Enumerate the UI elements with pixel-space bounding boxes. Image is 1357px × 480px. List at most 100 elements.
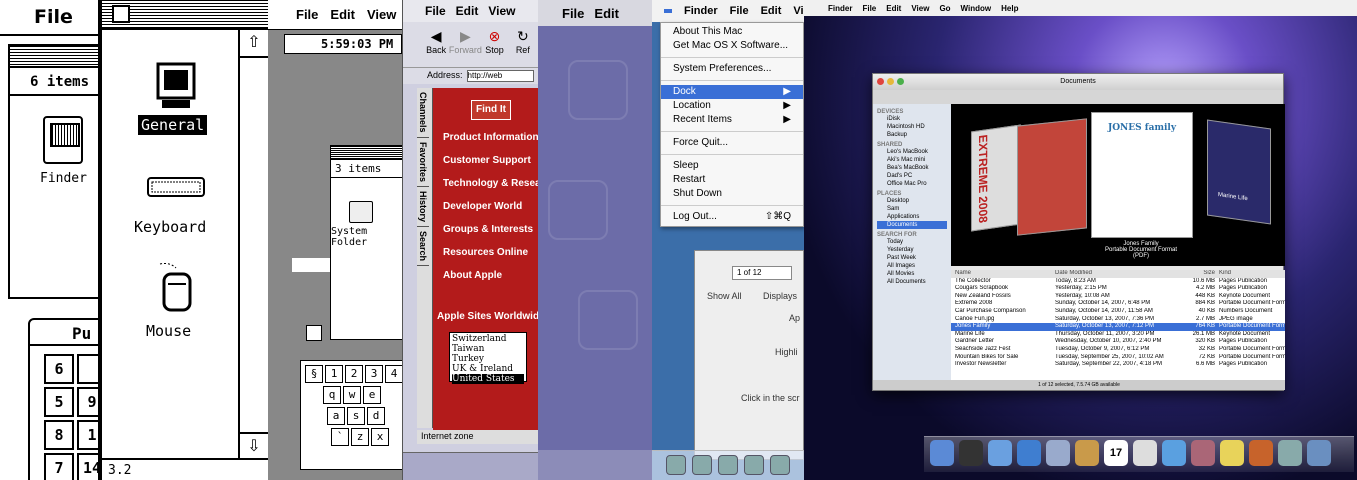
finder-dock-icon[interactable] — [930, 440, 954, 466]
garageband-dock-icon[interactable] — [1249, 440, 1273, 466]
menu-file[interactable]: File — [425, 4, 446, 18]
address-book-dock-icon[interactable] — [1075, 440, 1099, 466]
menu-view[interactable]: View — [488, 4, 515, 18]
key[interactable]: s — [347, 407, 365, 425]
mail-dock-icon[interactable] — [692, 455, 712, 475]
country-listbox[interactable]: Switzerland Taiwan Turkey UK & Ireland Unite… — [449, 332, 527, 384]
ichat-dock-icon[interactable] — [1046, 440, 1070, 466]
puzzle-tile[interactable]: 6 — [44, 354, 74, 384]
table-row[interactable]: New Zealand Fossils Yesterday, 10:08 AM 44… — [951, 293, 1285, 301]
nav-link[interactable]: Developer World — [433, 201, 538, 212]
window-zoom-box[interactable] — [306, 325, 322, 341]
country-option[interactable]: Switzerland — [452, 334, 524, 344]
keyboard-icon[interactable] — [146, 176, 206, 203]
key[interactable]: x — [371, 428, 389, 446]
table-row[interactable]: Marine Life Thursday, October 11, 2007, 3… — [951, 331, 1285, 339]
sherlock-dock-icon[interactable] — [744, 455, 764, 475]
back-button[interactable]: ◀ Back — [425, 28, 447, 67]
page-stepper[interactable]: 1 of 12 — [732, 266, 792, 280]
country-option[interactable]: Turkey — [452, 354, 524, 364]
imovie-dock-icon[interactable] — [1220, 440, 1244, 466]
menu-view[interactable]: View — [911, 4, 929, 13]
nav-link[interactable]: Customer Support — [433, 155, 538, 166]
apple-menu-item[interactable]: Restart — [661, 173, 803, 187]
key[interactable]: a — [327, 407, 345, 425]
apple-menu-item[interactable]: Dock ▶ — [661, 85, 803, 99]
dashboard-dock-icon[interactable] — [959, 440, 983, 466]
column-header[interactable]: Name — [951, 270, 1055, 278]
ical-dock-icon[interactable]: 17 — [1104, 440, 1128, 466]
column-header[interactable]: Size — [1185, 270, 1219, 278]
refresh-button[interactable]: ↻ Ref — [512, 28, 534, 67]
vertical-scrollbar[interactable]: ⇧ ⇩ — [238, 30, 268, 460]
control-strip[interactable] — [538, 450, 652, 480]
key[interactable]: § — [305, 365, 323, 383]
table-row[interactable]: Cougars Scrapbook Yesterday, 2:15 PM 4.2 M… — [951, 285, 1285, 293]
column-header[interactable]: Date Modified — [1055, 270, 1185, 278]
itunes-dock-icon[interactable] — [1162, 440, 1186, 466]
window-title-bar[interactable] — [331, 146, 402, 160]
sidebar-item[interactable]: Macintosh HD — [877, 123, 947, 131]
table-row[interactable]: Gardner Letter Wednesday, October 10, 200… — [951, 338, 1285, 346]
puzzle-tile[interactable]: 1 — [77, 420, 98, 450]
sidebar-item[interactable]: All Documents — [877, 278, 947, 286]
table-row[interactable]: Canoe Fun.jpg Saturday, October 13, 2007,… — [951, 316, 1285, 324]
menu-edit[interactable]: Edit — [594, 6, 619, 21]
safari-dock-icon[interactable] — [1017, 440, 1041, 466]
sidebar-item[interactable]: iDisk — [877, 115, 947, 123]
address-input[interactable]: http://web — [466, 70, 534, 82]
spaces-dock-icon[interactable] — [1307, 440, 1331, 466]
puzzle-tile[interactable]: 14 — [77, 453, 98, 480]
scroll-up-icon[interactable]: ⇧ — [240, 30, 268, 58]
puzzle-tile[interactable]: 7 — [44, 453, 74, 480]
prefs-dock-icon[interactable] — [770, 455, 790, 475]
key[interactable]: 2 — [345, 365, 363, 383]
key[interactable]: e — [363, 386, 381, 404]
apple-menu-item[interactable]: Get Mac OS X Software... — [661, 39, 803, 53]
mail-dock-icon[interactable] — [988, 440, 1012, 466]
sidebar-item[interactable]: Bea's MacBook — [877, 164, 947, 172]
menu-edit[interactable]: Edit — [761, 5, 782, 17]
general-monitor-icon[interactable] — [146, 62, 206, 115]
nav-link[interactable]: Groups & Interests — [433, 224, 538, 235]
apple-menu-item[interactable]: About This Mac — [661, 25, 803, 39]
table-row[interactable]: Car Purchase Comparison Sunday, October 1… — [951, 308, 1285, 316]
menu-finder[interactable]: Finder — [684, 5, 718, 17]
menu-view[interactable]: View — [367, 7, 396, 22]
country-option[interactable]: United States — [452, 374, 524, 384]
tab-favorites[interactable]: Favorites — [417, 138, 429, 187]
stop-button[interactable]: ⊗ Stop — [483, 28, 505, 67]
country-option[interactable]: UK & Ireland — [452, 364, 524, 374]
menu-edit[interactable]: Edit — [330, 7, 355, 22]
tab-history[interactable]: History — [417, 187, 429, 227]
puzzle-tile[interactable] — [77, 354, 98, 384]
apple-menu-item[interactable]: System Preferences... — [661, 62, 803, 76]
sidebar-item[interactable]: Dad's PC — [877, 172, 947, 180]
preview-dock-icon[interactable] — [1133, 440, 1157, 466]
apple-menu-item[interactable]: Location ▶ — [661, 99, 803, 113]
menu-file[interactable]: File — [562, 6, 584, 21]
ie-dock-icon[interactable] — [718, 455, 738, 475]
sidebar-item[interactable]: Sam — [877, 205, 947, 213]
menu-file[interactable]: File — [730, 5, 749, 17]
apple-menu-item[interactable]: Sleep — [661, 159, 803, 173]
system-folder-icon[interactable] — [349, 201, 373, 223]
mouse-icon[interactable] — [146, 262, 206, 319]
apple-menu-item[interactable]: Shut Down — [661, 187, 803, 201]
cover-flow[interactable]: EXTREME 2008 JONES family Marine Life Jo… — [951, 104, 1285, 266]
sidebar-item[interactable]: Documents — [877, 221, 947, 229]
menu-go[interactable]: Go — [939, 4, 950, 13]
menu-file[interactable]: File — [34, 6, 73, 28]
key[interactable]: z — [351, 428, 369, 446]
key[interactable]: 4 — [385, 365, 402, 383]
table-row[interactable]: The Collector Today, 8:23 AM 10.6 MB Pages … — [951, 278, 1285, 286]
sidebar-item[interactable]: Leo's MacBook — [877, 148, 947, 156]
key[interactable]: d — [367, 407, 385, 425]
window-title-bar[interactable] — [10, 46, 98, 68]
sidebar-item[interactable]: Desktop — [877, 197, 947, 205]
finder-icon[interactable] — [43, 116, 83, 164]
close-box[interactable] — [112, 5, 130, 23]
key[interactable]: w — [343, 386, 361, 404]
menu-view[interactable]: Vie — [793, 5, 804, 17]
iphoto-dock-icon[interactable] — [1191, 440, 1215, 466]
